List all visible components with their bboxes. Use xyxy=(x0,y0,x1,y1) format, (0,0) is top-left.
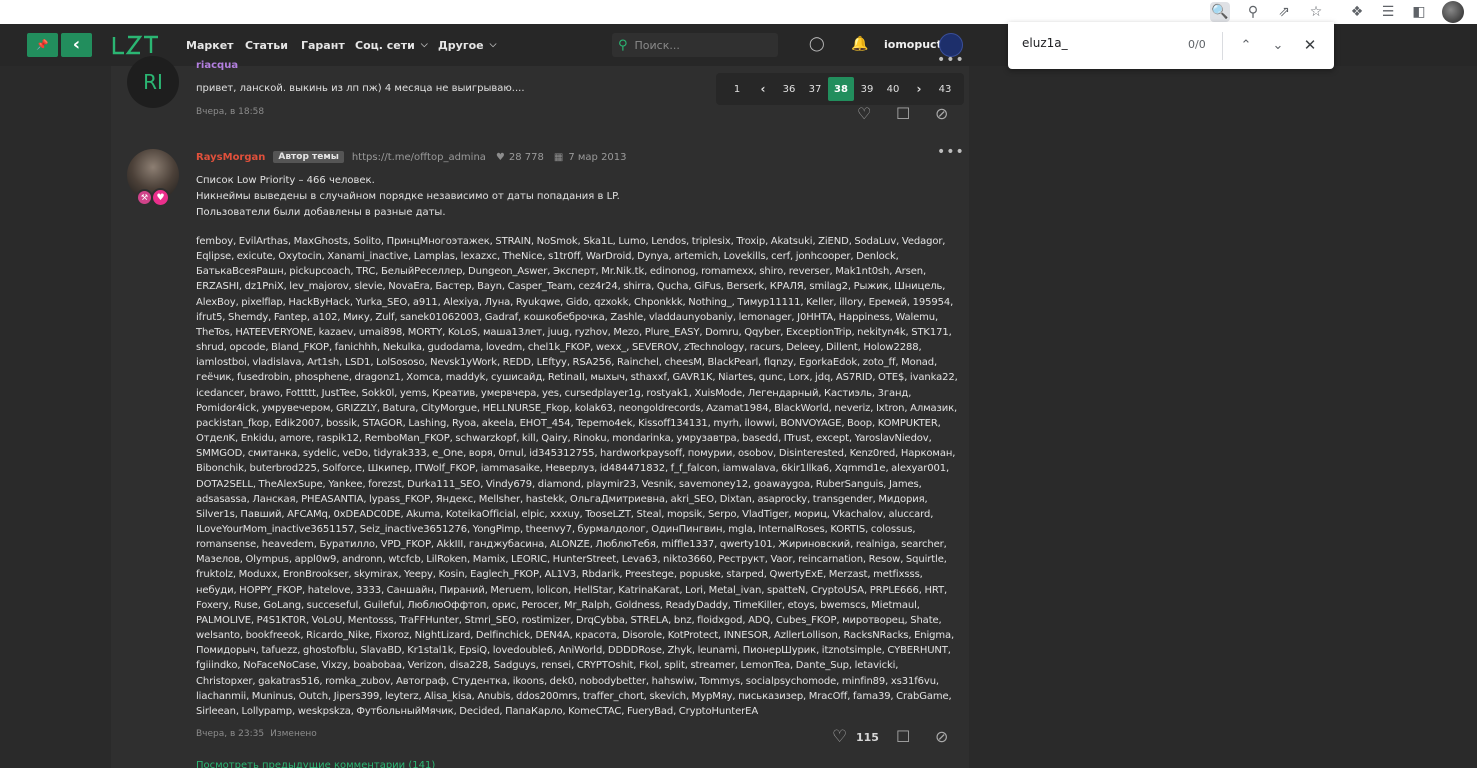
chevron-down-icon: ⌵ xyxy=(489,40,497,50)
bookmark-star-icon[interactable]: ☆ xyxy=(1306,2,1326,22)
header-username[interactable]: iomopuct xyxy=(884,38,942,51)
comment-author[interactable]: riacqua xyxy=(196,60,238,71)
hide-icon[interactable]: ⊘ xyxy=(935,104,948,123)
comment-text: привет, ланской. выкинь из лп пж) 4 меся… xyxy=(196,83,525,94)
pin-icon: 📌 xyxy=(36,39,49,51)
like-icon[interactable]: ♡ xyxy=(857,104,871,123)
search-input[interactable] xyxy=(634,38,755,52)
find-input[interactable] xyxy=(1022,36,1162,50)
comment-time[interactable]: Вчера, в 18:58 xyxy=(196,107,264,117)
zoom-icon[interactable]: ⚲ xyxy=(1243,2,1263,22)
share-icon[interactable]: ⇗ xyxy=(1274,2,1294,22)
author-join-date: 7 мар 2013 xyxy=(568,151,627,163)
nav-item-social[interactable]: Соц. сети ⌵ xyxy=(355,24,428,66)
author-badge: Автор темы xyxy=(273,151,344,163)
page-link-current[interactable]: 38 xyxy=(828,77,854,101)
page-link[interactable]: 36 xyxy=(776,77,802,101)
post-intro: Список Low Priority – 466 человек. Никне… xyxy=(196,173,620,221)
nav-item-articles[interactable]: Статьи xyxy=(245,24,288,66)
like-icon[interactable]: ♡ xyxy=(832,727,847,747)
heart-icon: ♥ xyxy=(495,151,505,163)
more-options-icon[interactable]: ••• xyxy=(937,144,965,160)
author-likes: 28 778 xyxy=(508,151,544,163)
reading-list-icon[interactable]: ☰ xyxy=(1378,2,1398,22)
post-time: Вчера, в 23:35 Изменено xyxy=(196,729,317,739)
browser-toolbar: 🔍 ⚲ ⇗ ☆ ❖ ☰ ◧ xyxy=(0,0,1477,24)
find-prev-button[interactable]: ⌃ xyxy=(1236,34,1256,56)
calendar-icon: ▦ xyxy=(553,151,564,163)
more-options-icon[interactable]: ••• xyxy=(937,52,965,68)
find-close-button[interactable]: ✕ xyxy=(1300,34,1320,56)
chat-icon[interactable]: ◯ xyxy=(809,36,825,52)
page-link[interactable]: 37 xyxy=(802,77,828,101)
browser-profile-avatar[interactable] xyxy=(1442,1,1464,23)
next-page-icon[interactable]: › xyxy=(906,77,932,101)
author-link[interactable]: https://t.me/offtop_admina xyxy=(352,152,486,163)
back-button[interactable]: ‹ xyxy=(61,33,92,57)
heart-badge-icon: ♥ xyxy=(151,188,170,207)
nav-label: Другое xyxy=(438,38,484,52)
page-link[interactable]: 40 xyxy=(880,77,906,101)
avatar-initials: RI xyxy=(143,70,163,94)
edited-label: Изменено xyxy=(270,729,317,739)
intro-line: Список Low Priority – 466 человек. xyxy=(196,175,375,186)
post-author[interactable]: RaysMorgan xyxy=(196,152,265,163)
find-next-button[interactable]: ⌄ xyxy=(1268,34,1288,56)
show-previous-comments-link[interactable]: Посмотреть предыдущие комментарии (141) xyxy=(196,760,435,768)
nickname-list: femboy, EvilArthas, MaxGhosts, Solito, П… xyxy=(196,236,958,717)
side-panel-icon[interactable]: ◧ xyxy=(1409,2,1429,22)
like-count: 115 xyxy=(856,731,879,744)
nav-item-other[interactable]: Другое ⌵ xyxy=(438,24,496,66)
find-in-page-icon[interactable]: 🔍 xyxy=(1210,2,1230,22)
page-link[interactable]: 39 xyxy=(854,77,880,101)
site-logo[interactable] xyxy=(112,35,160,55)
search-box[interactable]: ⚲ xyxy=(612,33,778,57)
search-icon: ⚲ xyxy=(618,37,628,53)
post-timestamp[interactable]: Вчера, в 23:35 xyxy=(196,729,264,739)
reply-icon[interactable]: ☐ xyxy=(896,104,910,123)
hide-icon[interactable]: ⊘ xyxy=(935,727,948,746)
find-bar: 0/0 ⌃ ⌄ ✕ xyxy=(1008,22,1334,69)
pagination: 1 ‹ 36 37 38 39 40 › 43 xyxy=(716,73,964,105)
find-match-count: 0/0 xyxy=(1188,38,1206,51)
prev-page-icon[interactable]: ‹ xyxy=(750,77,776,101)
reply-icon[interactable]: ☐ xyxy=(896,727,910,746)
nav-item-garant[interactable]: Гарант xyxy=(301,24,345,66)
pin-button[interactable]: 📌 xyxy=(27,33,58,57)
nav-label: Соц. сети xyxy=(355,38,415,52)
intro-line: Пользователи были добавлены в разные дат… xyxy=(196,207,446,218)
page-link[interactable]: 43 xyxy=(932,77,958,101)
extensions-icon[interactable]: ❖ xyxy=(1347,2,1367,22)
intro-line: Никнеймы выведены в случайном порядке не… xyxy=(196,191,620,202)
find-divider xyxy=(1222,32,1223,60)
page-link[interactable]: 1 xyxy=(724,77,750,101)
avatar[interactable]: RI xyxy=(127,56,179,108)
back-arrow-icon: ‹ xyxy=(72,33,81,55)
chevron-down-icon: ⌵ xyxy=(420,40,428,50)
post-meta: RaysMorgan Автор темы https://t.me/offto… xyxy=(196,150,627,164)
bell-icon[interactable]: 🔔 xyxy=(851,36,868,52)
